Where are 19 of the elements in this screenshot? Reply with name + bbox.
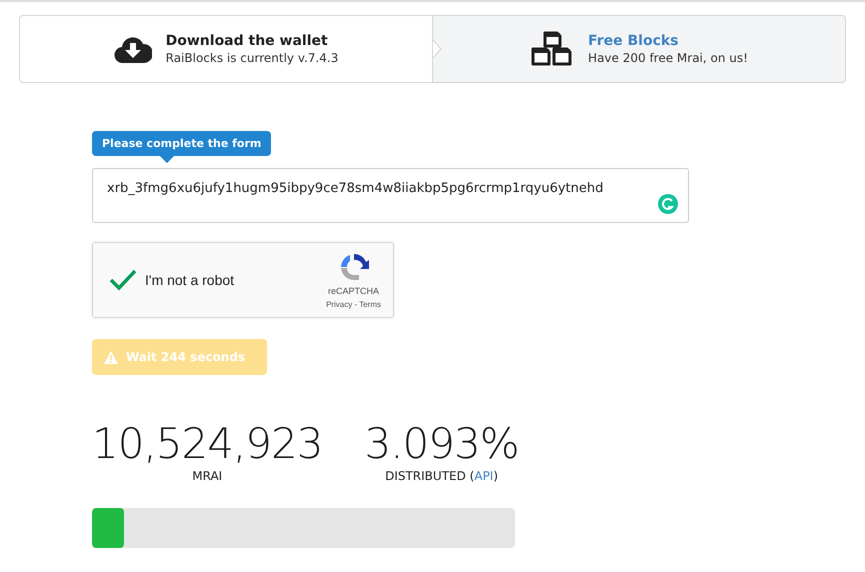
step-title: Free Blocks [588,33,680,49]
step-subtitle: Have 200 free Mrai, on us! [588,51,748,65]
captcha-links[interactable]: Privacy - Terms [326,300,381,309]
captcha-brand: reCAPTCHA [328,286,380,296]
mrai-amount: 10,524,923 [92,421,322,467]
captcha-label: I'm not a robot [145,272,236,288]
step-subtitle: RaiBlocks is currently v.7.4.3 [166,51,338,65]
step-arrow [433,40,442,58]
check-icon[interactable] [109,269,137,291]
address-field[interactable]: xrb_3fmg6xu6jufy1hugm95ibpy9ce78sm4w8iiakbp5pg6rcrmp1rqyu6ytnehd [92,168,689,223]
step-panel[interactable]: Free Blocks Have 200 free Mrai, on us! [432,16,845,82]
api-link[interactable]: API [474,469,494,483]
step-title: Download the wallet [166,33,329,49]
cubes-icon [530,31,574,67]
warning-icon [104,350,118,364]
distributed-percent: 3.093% [364,421,519,467]
grammar-check-icon[interactable] [658,194,678,214]
distributed-label: DISTRIBUTED (API) [385,469,498,483]
amount-label: MRAI [192,469,222,483]
